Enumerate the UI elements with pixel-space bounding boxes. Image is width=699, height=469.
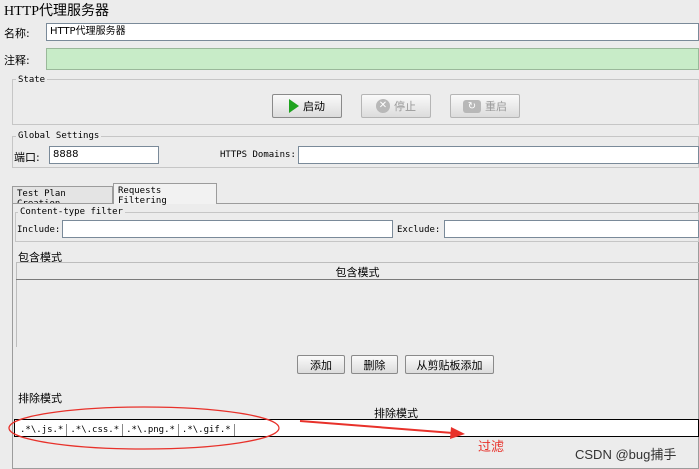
tab-requests-filtering[interactable]: Requests Filtering [113,183,217,206]
highlight-ellipse [8,406,280,450]
annotation-arrow-line [299,420,454,434]
watermark: CSDN @bug捕手 [575,447,677,462]
annotation-arrow-head [450,427,465,439]
annotation-overlay [8,406,465,450]
annotation-filter-text: 过滤 [478,440,505,455]
